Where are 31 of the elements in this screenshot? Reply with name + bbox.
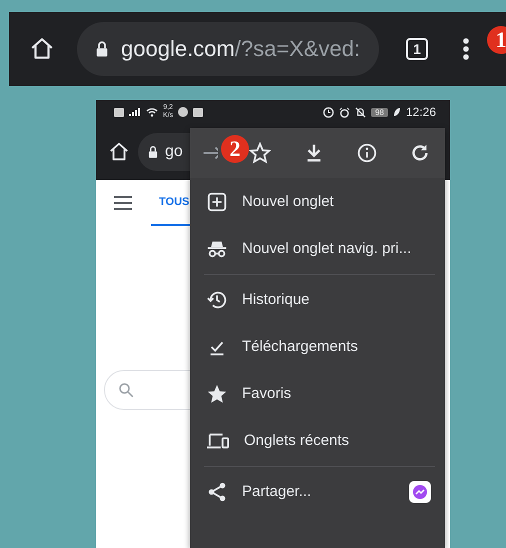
- home-icon[interactable]: [29, 36, 55, 62]
- url-text: go: [165, 143, 183, 161]
- signal-icon: [129, 107, 141, 117]
- battery-level: 98: [371, 108, 388, 116]
- menu-item[interactable]: Historique: [190, 276, 445, 323]
- star-outline-icon[interactable]: [249, 142, 272, 164]
- menu-item[interactable]: Favoris: [190, 370, 445, 417]
- share-icon: [206, 480, 228, 502]
- address-bar[interactable]: google.com/?sa=X&ved:: [77, 22, 379, 76]
- muted-bell-icon: [355, 106, 366, 118]
- wifi-icon: [146, 107, 158, 117]
- clock-icon: [323, 106, 334, 118]
- info-icon[interactable]: [356, 142, 378, 164]
- menu-item[interactable]: Nouvel onglet navig. pri...: [190, 225, 445, 272]
- alarm-icon: [339, 106, 350, 118]
- messenger-app-icon[interactable]: [409, 480, 431, 502]
- history-icon: [206, 288, 228, 310]
- home-icon[interactable]: [108, 141, 130, 163]
- lock-icon: [146, 145, 160, 159]
- menu-icon[interactable]: [114, 196, 132, 210]
- menu-item[interactable]: Téléchargements: [190, 323, 445, 370]
- menu-icon[interactable]: [462, 37, 470, 61]
- search-icon: [117, 381, 135, 399]
- tab-count[interactable]: 1: [406, 38, 428, 60]
- menu-item[interactable]: Partager...: [190, 468, 445, 515]
- leaf-icon: [392, 107, 401, 117]
- url-text: google.com/?sa=X&ved:: [121, 36, 360, 62]
- clock-time: 12:26: [406, 105, 436, 119]
- star-icon: [206, 382, 228, 404]
- add-tab-icon: [206, 190, 228, 212]
- menu-item[interactable]: Onglets récents: [190, 417, 445, 464]
